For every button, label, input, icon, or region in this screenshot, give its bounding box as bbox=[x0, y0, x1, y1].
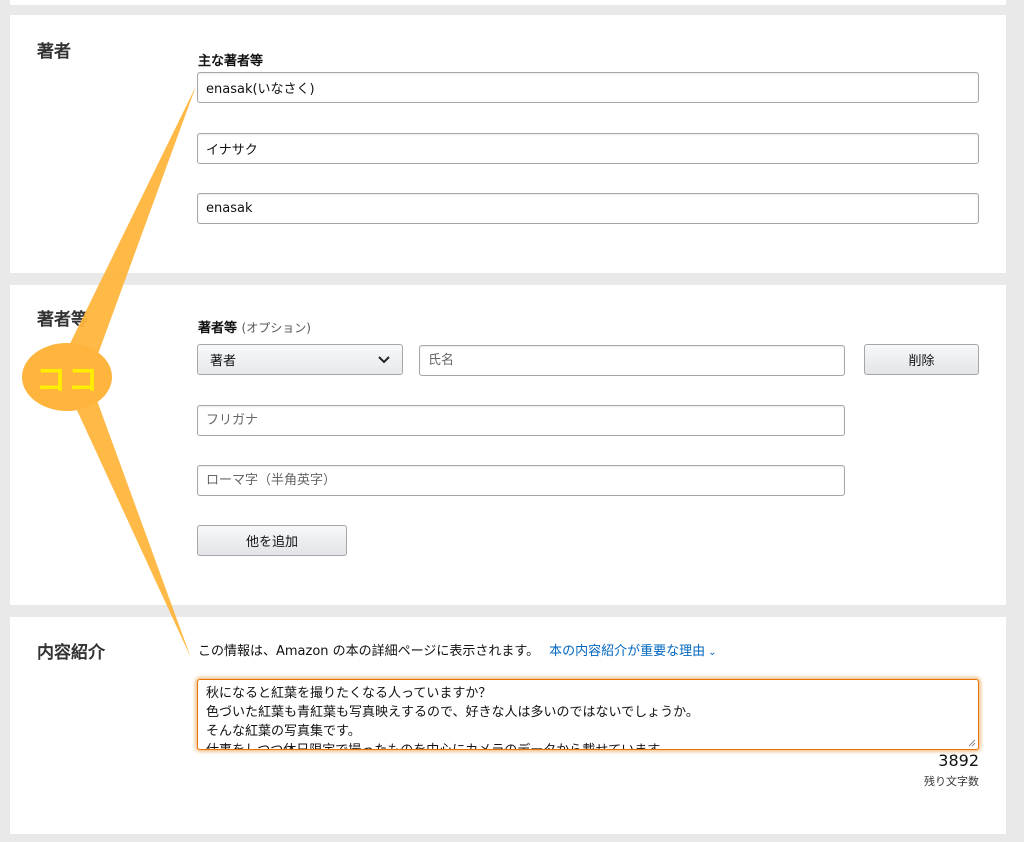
description-line: 色づいた紅葉も青紅葉も写真映えするので、好きな人は多いのではないでしょうか。 bbox=[206, 705, 699, 720]
contributor-card: 著者等 著者等 (オプション) 著者 削除 他を追加 bbox=[10, 285, 1006, 605]
description-line: 仕事をしつつ休日限定で撮ったものを中心にカメラのデータから載せています。 bbox=[206, 741, 970, 749]
callout-text: ココ bbox=[36, 363, 100, 398]
contributor-label-text: 著者等 bbox=[198, 321, 238, 336]
author-card: 著者 主な著者等 bbox=[10, 15, 1006, 273]
previous-card-edge bbox=[10, 0, 1006, 5]
contributor-roman-input[interactable] bbox=[197, 465, 845, 496]
optional-tag: (オプション) bbox=[241, 321, 311, 335]
chevron-down-icon bbox=[378, 355, 390, 363]
resize-grip-icon[interactable] bbox=[968, 739, 976, 747]
contributor-label: 著者等 (オプション) bbox=[198, 317, 311, 336]
author-roman-input[interactable] bbox=[197, 193, 979, 224]
remaining-char-label: 残り文字数 bbox=[924, 775, 979, 788]
remaining-char-count: 3892 bbox=[938, 751, 979, 770]
delete-contributor-button[interactable]: 削除 bbox=[864, 344, 979, 375]
contributor-kana-input[interactable] bbox=[197, 405, 845, 436]
author-kana-input[interactable] bbox=[197, 133, 979, 164]
description-textarea[interactable]: 秋になると紅葉を撮りたくなる人っていますか？ 色づいた紅葉も青紅葉も写真映えする… bbox=[197, 679, 979, 750]
author-name-input[interactable] bbox=[197, 72, 979, 103]
description-card: 内容紹介 この情報は、Amazon の本の詳細ページに表示されます。 本の内容紹介… bbox=[10, 617, 1006, 834]
chevron-down-small-icon: ⌄ bbox=[708, 647, 717, 658]
description-line: そんな紅葉の写真集です。 bbox=[206, 724, 361, 739]
add-contributor-button[interactable]: 他を追加 bbox=[197, 525, 347, 556]
contributor-section-title: 著者等 bbox=[37, 310, 88, 330]
description-info-text: この情報は、Amazon の本の詳細ページに表示されます。 bbox=[198, 644, 540, 659]
role-selected-value: 著者 bbox=[210, 354, 237, 369]
why-description-matters-link[interactable]: 本の内容紹介が重要な理由 bbox=[549, 644, 705, 659]
contributor-name-input[interactable] bbox=[419, 345, 845, 376]
description-section-title: 内容紹介 bbox=[37, 643, 105, 663]
author-section-title: 著者 bbox=[37, 42, 71, 62]
primary-author-label: 主な著者等 bbox=[198, 54, 264, 69]
description-line: 秋になると紅葉を撮りたくなる人っていますか？ bbox=[206, 686, 492, 701]
contributor-role-select[interactable]: 著者 bbox=[197, 344, 403, 375]
description-info: この情報は、Amazon の本の詳細ページに表示されます。 本の内容紹介が重要な理… bbox=[198, 640, 717, 659]
